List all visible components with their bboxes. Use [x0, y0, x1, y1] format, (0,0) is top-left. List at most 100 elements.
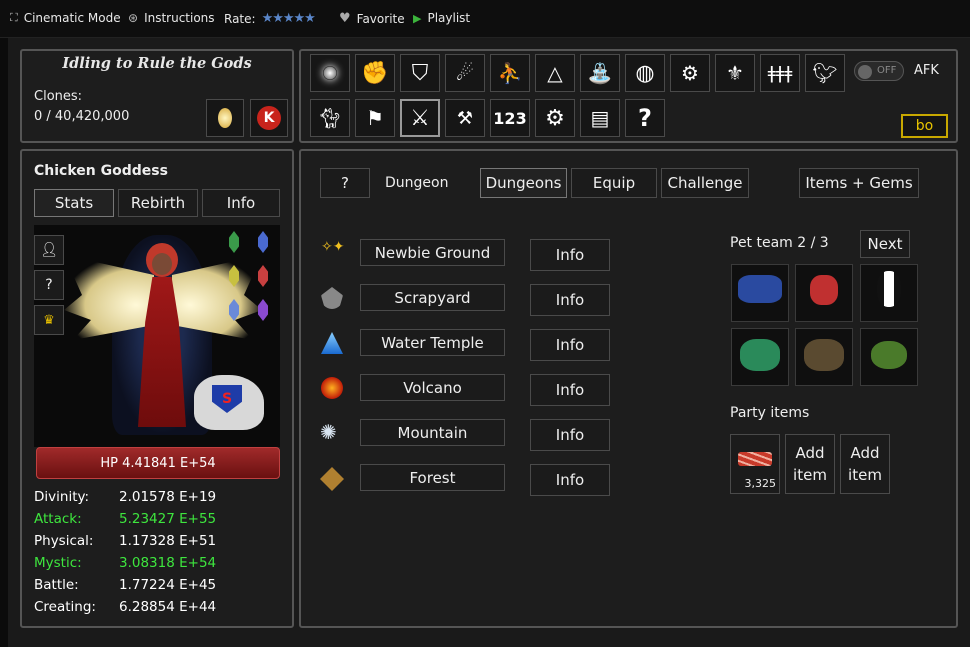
heart-icon: ♥	[339, 11, 351, 26]
tab-stats[interactable]: Stats	[34, 189, 114, 217]
info-volcano[interactable]: Info	[530, 374, 610, 406]
pet-slot-6[interactable]	[860, 328, 918, 386]
mushroom-pet-icon	[810, 275, 838, 305]
dungeon-forest[interactable]: Forest	[360, 464, 505, 491]
rate-label: Rate:	[224, 11, 256, 26]
info-scrapyard[interactable]: Info	[530, 284, 610, 316]
instructions-button[interactable]: ⊛ Instructions	[128, 11, 215, 25]
flag-icon: ⚑	[366, 106, 384, 130]
item-count: 3,325	[744, 477, 777, 490]
next-team-button[interactable]: Next	[860, 230, 910, 258]
rating[interactable]: Rate: ★★★★★	[224, 11, 316, 26]
statistics-button[interactable]: 123	[490, 99, 530, 137]
pets-button[interactable]: 🐈︎	[310, 99, 350, 137]
help-button[interactable]: ?	[625, 99, 665, 137]
stats-list: Divinity: 2.01578 E+19 Attack: 5.23427 E+5…	[34, 489, 217, 615]
dungeon-help-button[interactable]: ?	[320, 168, 370, 198]
dungeon-water-temple[interactable]: Water Temple	[360, 329, 505, 356]
crafting-button[interactable]: ⚒	[445, 99, 485, 137]
items-gems-button[interactable]: Items + Gems	[799, 168, 919, 198]
pyramid-button[interactable]: △	[535, 54, 575, 92]
party-items-label: Party items	[730, 405, 810, 421]
pet-slot-2[interactable]	[795, 264, 853, 322]
crown-icon: ♛	[43, 312, 55, 328]
tab-equip[interactable]: Equip	[571, 168, 657, 198]
dungeon-button[interactable]: ⚔	[400, 99, 440, 137]
training-button[interactable]: ⛹	[490, 54, 530, 92]
water-icon	[321, 332, 343, 354]
info-mountain[interactable]: Info	[530, 419, 610, 451]
bo-button[interactable]: bo	[901, 114, 948, 138]
afk-toggle[interactable]: OFF	[854, 61, 904, 81]
site-toolbar: ⛶ Cinematic Mode ⊛ Instructions Rate: ★★…	[0, 0, 970, 38]
light-icon-button[interactable]	[310, 54, 350, 92]
sparkle-icon: ✧✦	[321, 239, 345, 255]
planet-icon: ◍	[635, 60, 655, 86]
tab-rebirth[interactable]: Rebirth	[118, 189, 198, 217]
anvil-icon: ⚒	[456, 107, 474, 129]
bacon-icon	[738, 452, 772, 466]
help-side-button[interactable]: ?	[34, 270, 64, 300]
clones-group-button[interactable]: ǂǂǂ	[760, 54, 800, 92]
monument-button[interactable]: ⛲	[580, 54, 620, 92]
info-forest[interactable]: Info	[530, 464, 610, 496]
hp-bar: HP 4.41841 E+54	[36, 447, 280, 479]
purple-gem-icon	[258, 299, 268, 321]
crossed-swords-icon: ⚔	[410, 105, 430, 131]
divinity-generator-button[interactable]: ⚙	[670, 54, 710, 92]
party-item-slot-1[interactable]: 3,325	[730, 434, 780, 494]
planet-button[interactable]: ◍	[625, 54, 665, 92]
star-rating-icon[interactable]: ★★★★★	[262, 11, 316, 26]
dungeon-volcano[interactable]: Volcano	[360, 374, 505, 401]
tab-dungeons[interactable]: Dungeons	[480, 168, 567, 198]
dungeon-title: Dungeon	[385, 175, 449, 191]
dungeon-mountain[interactable]: Mountain	[360, 419, 505, 446]
clone-button[interactable]	[206, 99, 244, 137]
question-icon: ?	[638, 104, 652, 132]
favorite-button[interactable]: ♥ Favorite	[339, 11, 405, 26]
dungeon-newbie-ground[interactable]: Newbie Ground	[360, 239, 505, 266]
pet-slot-5[interactable]	[795, 328, 853, 386]
red-gem-icon	[258, 265, 268, 287]
add-item-button-1[interactable]: Add item	[785, 434, 835, 494]
character-name: Chicken Goddess	[34, 163, 168, 179]
info-newbie-ground[interactable]: Info	[530, 239, 610, 271]
defense-button[interactable]: ⛉	[400, 54, 440, 92]
pet-team-label: Pet team 2 / 3	[730, 235, 829, 251]
person-icon: 👤︎	[40, 242, 58, 258]
info-water-temple[interactable]: Info	[530, 329, 610, 361]
forest-icon	[320, 467, 344, 491]
fire-icon	[321, 377, 343, 399]
fight-button[interactable]: ✊	[355, 54, 395, 92]
chicken-icon: 🐦︎	[812, 61, 838, 85]
person-arms-icon: ⛹	[497, 61, 523, 85]
unicorn-pet-icon	[740, 339, 780, 371]
pet-slot-4[interactable]	[731, 328, 789, 386]
favorite-label: Favorite	[356, 11, 405, 26]
avatar-button[interactable]: 👤︎	[34, 235, 64, 265]
pet-slot-1[interactable]	[731, 264, 789, 322]
adventure-button[interactable]: ⚑	[355, 99, 395, 137]
options-button[interactable]: ⚙	[535, 99, 575, 137]
clones-value: 0 / 40,420,000	[34, 109, 130, 124]
cinematic-mode-button[interactable]: ⛶ Cinematic Mode	[10, 11, 121, 25]
tab-info[interactable]: Info	[202, 189, 280, 217]
dungeon-scrapyard[interactable]: Scrapyard	[360, 284, 505, 311]
fist-icon: ✊	[361, 60, 389, 86]
snow-icon: ✺	[320, 420, 337, 444]
playlist-button[interactable]: ▶ Playlist	[413, 11, 470, 25]
crown-button[interactable]: ♛	[34, 305, 64, 335]
gods-button[interactable]: ⚜	[715, 54, 755, 92]
add-item-button-2[interactable]: Add item	[840, 434, 890, 494]
scrap-icon	[321, 287, 343, 309]
pet-slot-3[interactable]	[860, 264, 918, 322]
shield-icon: ⛉	[411, 60, 429, 86]
kongregate-button[interactable]: K	[250, 99, 288, 137]
turtle-pet-icon	[871, 341, 907, 369]
tab-challenge[interactable]: Challenge	[661, 168, 749, 198]
goddess-face	[152, 253, 172, 275]
chicken-button[interactable]: 🐦︎	[805, 54, 845, 92]
book-button[interactable]: ▤	[580, 99, 620, 137]
navigation-panel: ✊ ⛉ ☄ ⛹ △ ⛲ ◍ ⚙ ⚜ ǂǂǂ 🐦︎ OFF AFK 🐈︎ ⚑ ⚔ …	[299, 49, 958, 143]
creation-button[interactable]: ☄	[445, 54, 485, 92]
